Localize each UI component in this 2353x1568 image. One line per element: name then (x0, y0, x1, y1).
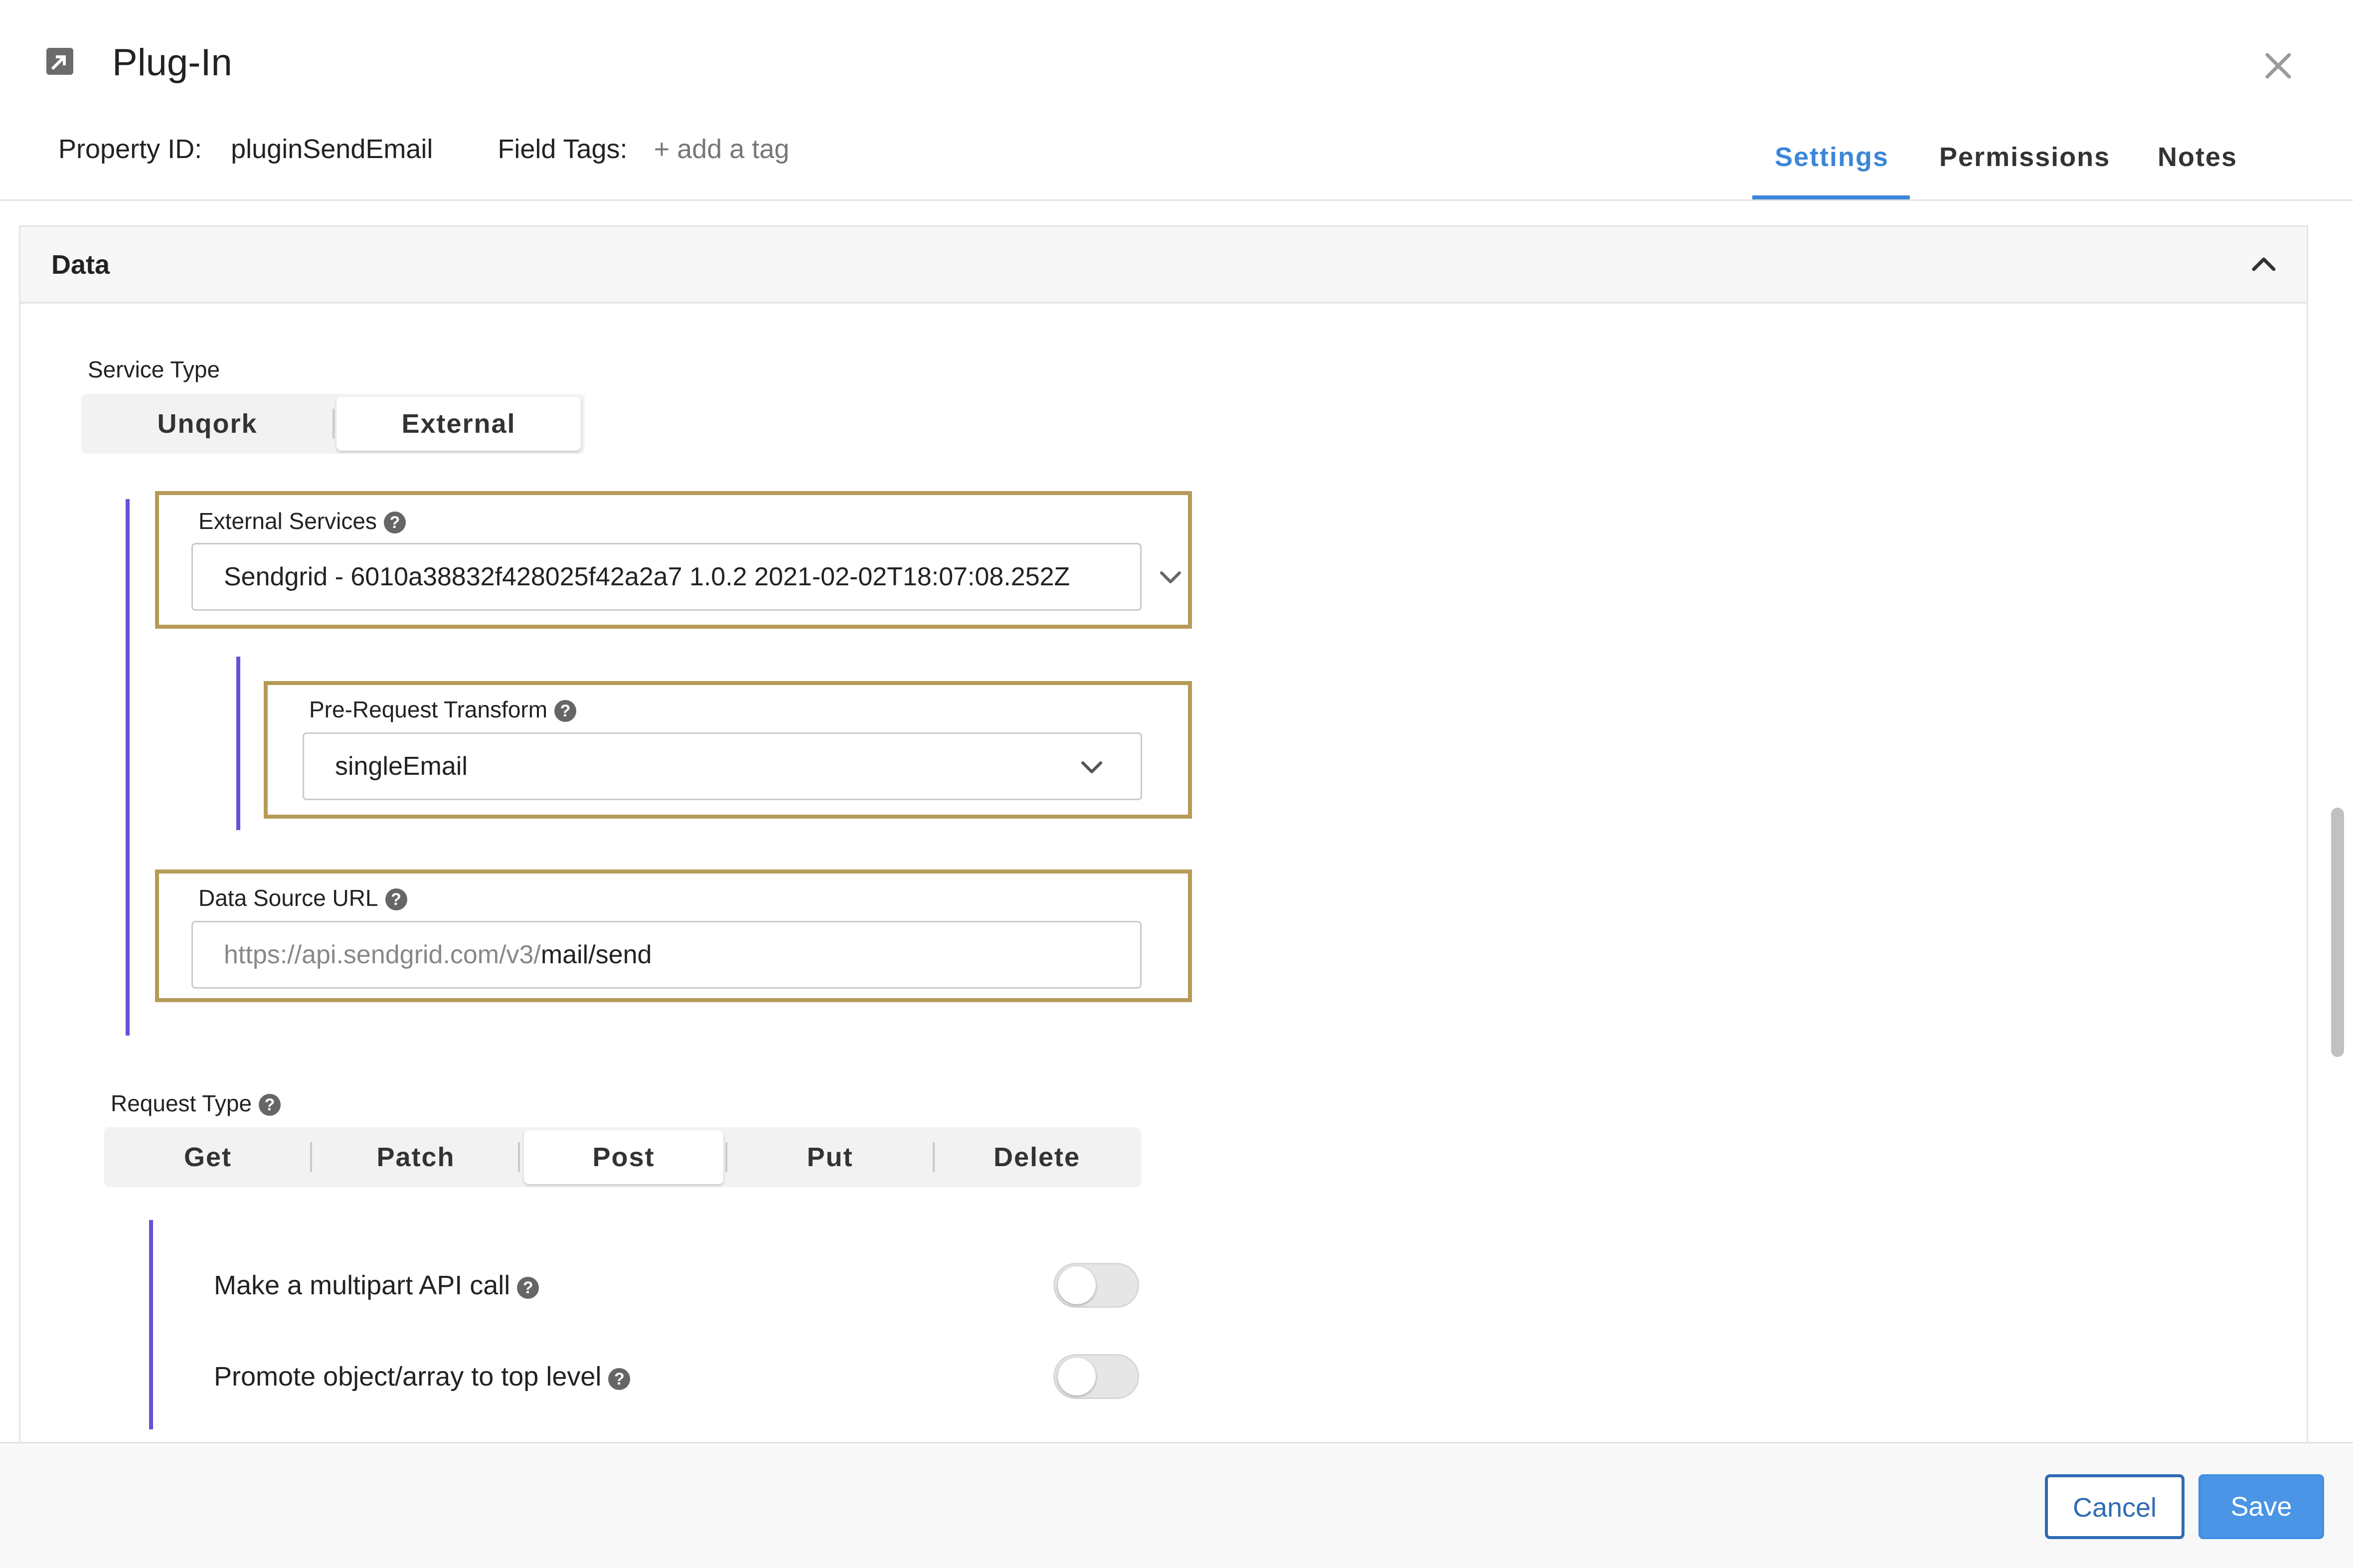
pre-request-transform-label: Pre-Request Transform? (309, 696, 577, 723)
property-id-label: Property ID: (58, 134, 202, 164)
tab-notes[interactable]: Notes (2158, 135, 2237, 179)
modal-footer: Cancel Save (0, 1442, 2353, 1568)
request-type-post[interactable]: Post (524, 1130, 723, 1184)
data-source-url-field: https://api.sendgrid.com/v3/mail/send (224, 922, 652, 987)
save-button[interactable]: Save (2198, 1474, 2324, 1539)
options-guide-bar (149, 1220, 153, 1429)
promote-top-level-toggle[interactable] (1053, 1354, 1139, 1399)
help-icon[interactable]: ? (385, 888, 407, 910)
property-id-value: pluginSendEmail (231, 134, 433, 164)
data-source-url-value: mail/send (540, 940, 652, 969)
toggle-knob (1058, 1266, 1096, 1304)
promote-top-level-label: Promote object/array to top level? (214, 1360, 631, 1393)
data-source-url-prefix: https://api.sendgrid.com/v3/ (224, 940, 541, 969)
multipart-api-call-label: Make a multipart API call? (214, 1269, 539, 1302)
nested-guide-bar (126, 499, 130, 1036)
segment-divider (333, 409, 335, 439)
service-type-label: Service Type (88, 356, 220, 382)
help-icon[interactable]: ? (554, 700, 577, 722)
segment-divider (310, 1142, 312, 1172)
property-info-row: Property ID: pluginSendEmail Field Tags:… (58, 133, 789, 166)
data-panel: Data Service Type Unqork External Extern… (19, 225, 2308, 1443)
inner-guide-bar (236, 657, 240, 830)
service-type-external[interactable]: External (336, 397, 581, 451)
help-icon[interactable]: ? (608, 1368, 631, 1390)
tab-settings[interactable]: Settings (1775, 135, 1889, 179)
request-type-delete[interactable]: Delete (936, 1130, 1138, 1184)
request-type-get[interactable]: Get (107, 1130, 309, 1184)
service-type-unqork[interactable]: Unqork (84, 397, 331, 451)
tab-permissions[interactable]: Permissions (1939, 135, 2110, 179)
external-services-value: Sendgrid - 6010a38832f428025f42a2a7 1.0.… (224, 562, 1070, 591)
request-type-toggle: Get Patch Post Put Delete (104, 1127, 1141, 1187)
toggle-knob (1058, 1358, 1096, 1395)
data-source-url-label: Data Source URL? (198, 884, 407, 912)
segment-divider (518, 1142, 520, 1172)
modal-title: Plug-In (112, 41, 232, 84)
pre-request-transform-value: singleEmail (335, 752, 468, 781)
request-type-patch[interactable]: Patch (315, 1130, 517, 1184)
data-source-url-input[interactable]: https://api.sendgrid.com/v3/mail/send (191, 921, 1142, 989)
cancel-button[interactable]: Cancel (2045, 1474, 2185, 1539)
plugin-icon (46, 48, 73, 75)
modal-header: Plug-In Property ID: pluginSendEmail Fie… (0, 0, 2353, 201)
external-services-select[interactable]: Sendgrid - 6010a38832f428025f42a2a7 1.0.… (191, 543, 1142, 611)
request-type-label: Request Type? (111, 1089, 281, 1117)
multipart-api-call-toggle[interactable] (1053, 1263, 1139, 1308)
field-tags-label: Field Tags: (498, 134, 628, 164)
add-tag-link[interactable]: + add a tag (654, 134, 790, 164)
help-icon[interactable]: ? (517, 1277, 539, 1299)
segment-divider (933, 1142, 935, 1172)
chevron-down-icon[interactable] (1156, 562, 1185, 592)
help-icon[interactable]: ? (259, 1094, 281, 1116)
vertical-scrollbar[interactable] (2331, 808, 2344, 1057)
pre-request-transform-select[interactable]: singleEmail (303, 732, 1142, 800)
data-panel-title: Data (51, 250, 110, 280)
chevron-up-icon[interactable] (2249, 249, 2279, 279)
data-panel-header[interactable]: Data (20, 227, 2307, 304)
close-icon[interactable] (2258, 46, 2298, 86)
help-icon[interactable]: ? (383, 512, 406, 533)
segment-divider (725, 1142, 727, 1172)
active-tab-indicator (1752, 195, 1910, 199)
request-type-put[interactable]: Put (728, 1130, 932, 1184)
service-type-toggle: Unqork External (81, 394, 585, 454)
chevron-down-icon (1081, 761, 1102, 773)
external-services-label: External Services? (198, 507, 406, 535)
